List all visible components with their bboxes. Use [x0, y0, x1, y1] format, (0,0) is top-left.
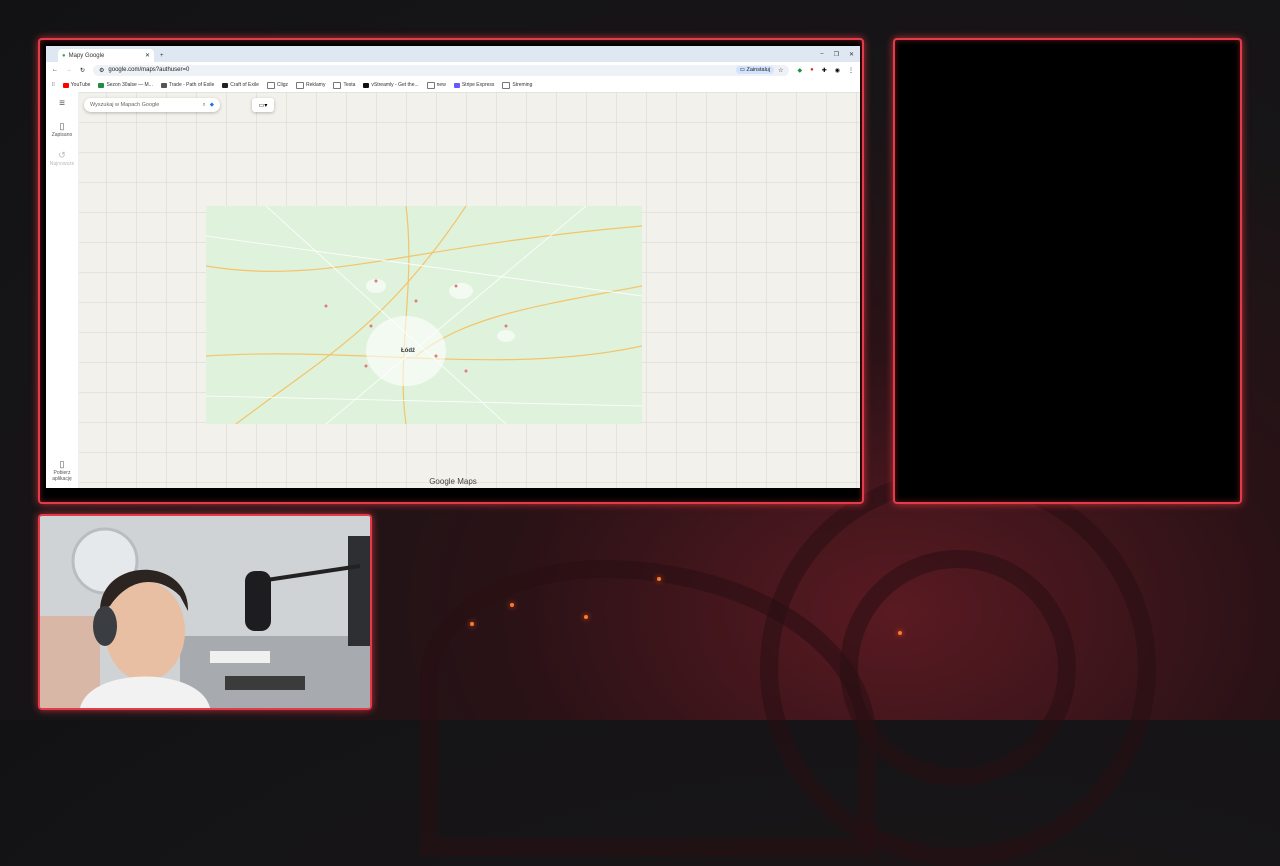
site-icon	[160, 82, 167, 88]
menu-dots-icon[interactable]: ⋮	[848, 67, 854, 74]
webcam-illustration	[40, 516, 370, 708]
site-icon	[222, 82, 229, 88]
address-row: ← → ↻ ⚙ google.com/maps?authuser=0 ▭ Zai…	[46, 62, 860, 78]
rail-saved-label[interactable]: Zapisano	[52, 132, 73, 138]
phone-icon[interactable]: ▯	[60, 459, 65, 470]
directions-icon[interactable]: ◆	[210, 102, 214, 108]
bookmark-star-icon[interactable]: ☆	[778, 67, 783, 74]
site-icon	[363, 82, 370, 88]
browser-window: ● Mapy Google ✕ + – ❐ ✕ ← → ↻ ⚙ google.c…	[46, 46, 860, 488]
youtube-icon	[62, 82, 69, 88]
bookmark-icon[interactable]: ▯	[60, 121, 65, 132]
install-icon: ▭	[739, 67, 745, 73]
tab-title: Mapy Google	[68, 52, 105, 59]
ember	[510, 603, 514, 607]
bookmark-item[interactable]: Craft of Exile	[222, 82, 259, 88]
new-tab-icon[interactable]: +	[160, 53, 164, 59]
rail-recent-label[interactable]: Najnowsze	[50, 161, 74, 167]
tab-bar: ● Mapy Google ✕ + – ❐ ✕	[46, 46, 860, 62]
bookmarks-bar: ⁞⁞ YouTube Sezon 30alse — M... Trade - P…	[46, 78, 860, 93]
bookmark-folder[interactable]: Streming	[502, 81, 532, 89]
extension-shield-icon[interactable]: ◆	[797, 67, 802, 74]
tab-maps[interactable]: ● Mapy Google ✕	[58, 49, 154, 62]
extensions-puzzle-icon[interactable]: ✚	[822, 67, 827, 74]
restore-icon[interactable]: ❐	[834, 51, 839, 58]
webcam-frame	[38, 514, 372, 710]
side-capture-panel	[893, 38, 1242, 504]
bookmark-item[interactable]: YouTube	[62, 82, 90, 88]
maps-pin-icon: ●	[62, 52, 66, 59]
back-icon[interactable]: ←	[52, 67, 58, 73]
bookmark-folder[interactable]: Testa	[333, 81, 355, 89]
bookmark-item[interactable]: Stripe Express	[453, 82, 494, 88]
folder-icon	[333, 81, 342, 89]
bookmark-folder[interactable]: Reklamy	[296, 81, 325, 89]
maps-side-rail: ≡ ▯ Zapisano ↺ Najnowsze ▯ Pobierz aplik…	[46, 92, 79, 488]
layers-button[interactable]: ▭▾	[252, 98, 274, 112]
bookmark-item[interactable]: vStreamly - Get the...	[363, 82, 419, 88]
reload-icon[interactable]: ↻	[80, 67, 85, 74]
maps-canvas[interactable]: ≡ ▯ Zapisano ↺ Najnowsze ▯ Pobierz aplik…	[46, 92, 860, 488]
ember	[898, 631, 902, 635]
site-info-icon[interactable]: ⚙	[99, 67, 104, 74]
bookmark-folder[interactable]: new	[426, 81, 446, 89]
search-input[interactable]: Wyszukaj w Mapach Google	[90, 102, 199, 108]
address-bar[interactable]: ⚙ google.com/maps?authuser=0 ▭ Zainstalu…	[93, 64, 790, 76]
search-icon[interactable]: ⌕	[203, 102, 206, 109]
install-label: Zainstaluj	[746, 67, 771, 73]
bookmark-item[interactable]: Sezon 30alse — M...	[98, 82, 153, 88]
browser-capture-frame: ● Mapy Google ✕ + – ❐ ✕ ← → ↻ ⚙ google.c…	[38, 38, 864, 504]
bookmark-item[interactable]: Trade - Path of Exile	[160, 82, 214, 88]
map-roads	[206, 206, 642, 424]
minimize-icon[interactable]: –	[820, 51, 823, 57]
ember	[657, 577, 661, 581]
ember	[584, 615, 588, 619]
bookmark-folder[interactable]: Cligz	[266, 81, 288, 89]
folder-icon	[502, 81, 511, 89]
folder-icon	[266, 81, 275, 89]
install-button[interactable]: ▭ Zainstaluj	[735, 66, 775, 74]
address-text: google.com/maps?authuser=0	[108, 67, 190, 73]
sheets-icon	[98, 82, 105, 88]
maps-search-box[interactable]: Wyszukaj w Mapach Google ⌕ ◆	[84, 98, 220, 112]
folder-icon	[296, 81, 304, 89]
folder-icon	[426, 81, 435, 89]
history-icon[interactable]: ↺	[58, 150, 66, 161]
close-tab-icon[interactable]: ✕	[145, 52, 150, 59]
close-window-icon[interactable]: ✕	[849, 51, 854, 58]
ember	[470, 622, 474, 626]
apps-grid-icon[interactable]: ⁞⁞	[52, 82, 55, 88]
extension-red-icon[interactable]: ●	[810, 67, 814, 73]
google-maps-wordmark: Google Maps	[429, 477, 477, 486]
webcam-feed	[40, 516, 370, 708]
stripe-icon	[453, 82, 460, 88]
hamburger-menu-icon[interactable]: ≡	[59, 98, 65, 109]
map-tile-region[interactable]: Łódź	[206, 206, 642, 424]
profile-avatar[interactable]: ◉	[835, 67, 840, 74]
layers-icon: ▭▾	[258, 102, 268, 109]
forward-icon[interactable]: →	[66, 67, 72, 73]
city-label[interactable]: Łódź	[401, 348, 415, 354]
